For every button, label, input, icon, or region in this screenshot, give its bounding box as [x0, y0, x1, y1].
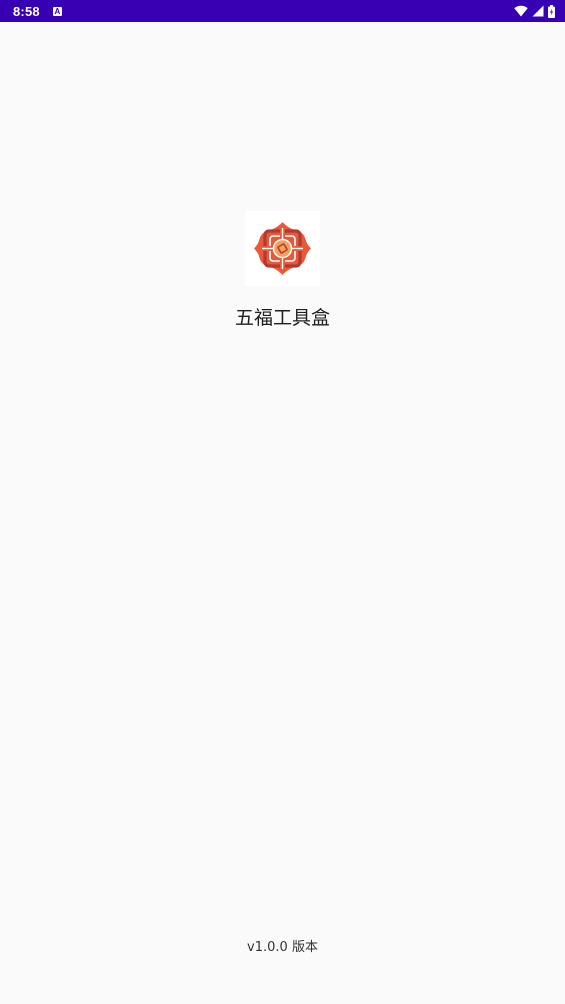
status-time: 8:58	[13, 3, 40, 19]
status-icons	[514, 4, 555, 18]
battery-icon	[548, 4, 555, 18]
status-bar: 8:58 A	[0, 0, 565, 22]
app-name: 五福工具盒	[234, 307, 330, 329]
version-label: v1.0.0 版本	[247, 940, 318, 955]
app-logo	[245, 211, 320, 286]
signal-icon	[532, 5, 544, 17]
wifi-icon	[514, 5, 528, 17]
a-letter-icon: A	[52, 6, 62, 16]
five-blessings-logo-icon	[254, 222, 311, 275]
